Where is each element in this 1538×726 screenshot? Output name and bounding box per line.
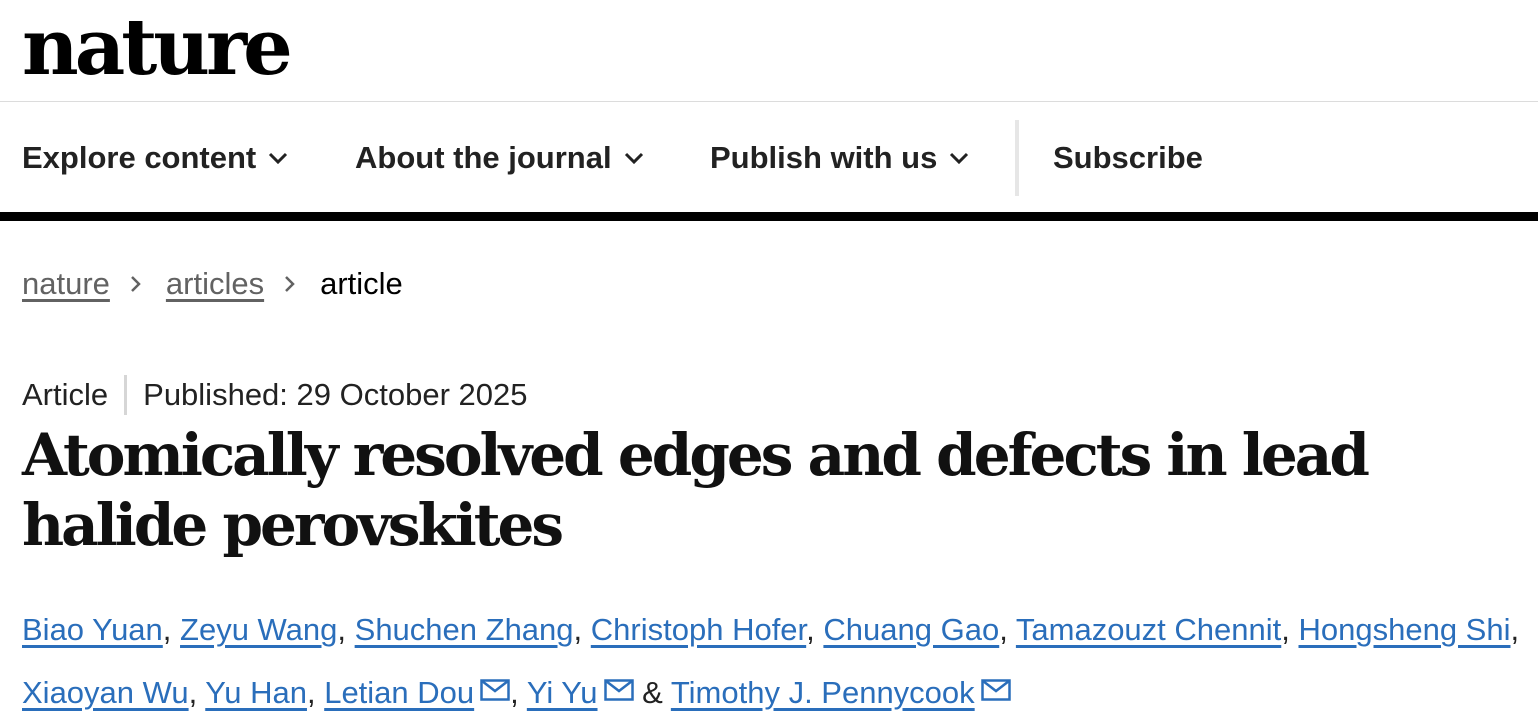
mail-icon[interactable] <box>603 679 634 701</box>
author-list: Biao Yuan, Zeyu Wang, Shuchen Zhang, Chr… <box>22 612 1520 710</box>
nav-explore-content[interactable]: Explore content <box>22 120 290 196</box>
author-link[interactable]: Yu Han <box>205 675 307 710</box>
breadcrumb: nature articles article <box>22 262 403 306</box>
nav-bottom-rule <box>0 212 1538 221</box>
mail-icon[interactable] <box>480 679 510 701</box>
author-link[interactable]: Shuchen Zhang <box>355 612 574 647</box>
author-link[interactable]: Chuang Gao <box>823 612 999 647</box>
article-meta: Article Published: 29 October 2025 <box>22 375 527 415</box>
nav-item-label: About the journal <box>355 140 612 175</box>
nav-item-label: Publish with us <box>710 140 938 175</box>
author-link[interactable]: Christoph Hofer <box>591 612 806 647</box>
subscribe-link[interactable]: Subscribe <box>1053 120 1203 196</box>
author-link[interactable]: Timothy J. Pennycook <box>671 675 975 710</box>
breadcrumb-current: article <box>320 266 403 301</box>
mail-icon[interactable] <box>980 679 1011 701</box>
article-title: Atomically resolved edges and defects in… <box>22 421 1370 559</box>
chevron-right-icon <box>130 275 146 293</box>
chevron-right-icon <box>284 275 300 293</box>
chevron-down-icon <box>949 147 971 169</box>
author-link[interactable]: Biao Yuan <box>22 612 163 647</box>
author-link[interactable]: Hongsheng Shi <box>1299 612 1511 647</box>
main-nav: Explore content About the journal Publis… <box>0 120 1538 196</box>
chevron-down-icon <box>268 147 290 169</box>
author-link[interactable]: Xiaoyan Wu <box>22 675 189 710</box>
nav-divider <box>1015 120 1019 196</box>
article-type: Article <box>22 377 109 412</box>
breadcrumb-nature[interactable]: nature <box>22 266 110 302</box>
header-divider <box>0 101 1538 102</box>
nav-publish-with-us[interactable]: Publish with us <box>710 120 971 196</box>
author-link[interactable]: Yi Yu <box>527 675 598 710</box>
nav-about-journal[interactable]: About the journal <box>355 120 646 196</box>
nav-item-label: Explore content <box>22 140 257 175</box>
published-date: Published: 29 October 2025 <box>143 377 528 412</box>
meta-divider <box>124 375 128 415</box>
author-link[interactable]: Zeyu Wang <box>180 612 337 647</box>
subscribe-label: Subscribe <box>1053 140 1203 175</box>
nature-logo[interactable]: nature <box>22 4 293 92</box>
chevron-down-icon <box>624 147 646 169</box>
breadcrumb-articles[interactable]: articles <box>166 266 264 302</box>
author-link[interactable]: Tamazouzt Chennit <box>1016 612 1281 647</box>
author-link[interactable]: Letian Dou <box>324 675 474 710</box>
